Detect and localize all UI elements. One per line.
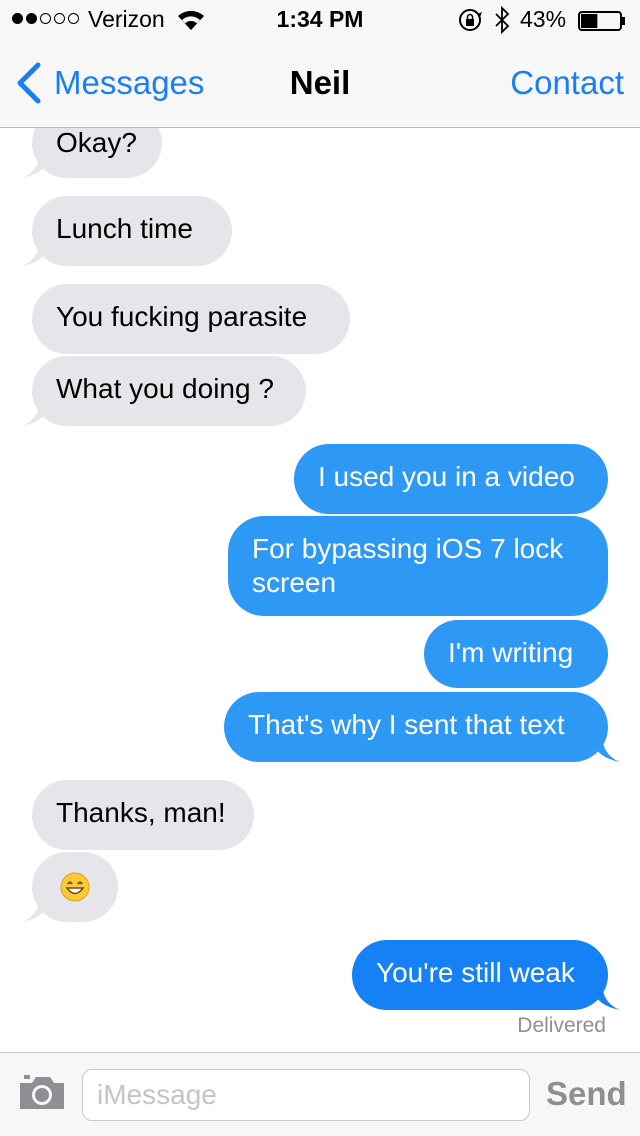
message-text: For bypassing iOS 7 lock screen: [252, 533, 564, 598]
message-bubble-outgoing[interactable]: You're still weak: [352, 940, 608, 1010]
bubble-tail: [22, 236, 54, 266]
message-text: You fucking parasite: [56, 301, 308, 332]
message-text: Okay?: [56, 127, 137, 158]
bubble-tail: [22, 148, 54, 178]
message-bubble-incoming[interactable]: You fucking parasite: [32, 284, 350, 354]
battery-percent: 43%: [520, 6, 567, 32]
message-text: I'm writing: [448, 637, 574, 668]
bubble-tail: [588, 732, 620, 762]
message-text: That's why I sent that text: [248, 709, 565, 740]
message-bubble-outgoing[interactable]: I used you in a video: [294, 444, 608, 514]
message-bubble-outgoing[interactable]: For bypassing iOS 7 lock screen: [228, 516, 608, 616]
navigation-bar: Messages Neil Contact: [0, 40, 640, 128]
bubble-tail: [22, 396, 54, 426]
message-bubble-incoming[interactable]: Lunch time: [32, 196, 232, 266]
message-thread[interactable]: Okay? Lunch time You fucking parasite Wh…: [0, 0, 640, 1052]
battery-icon: [578, 11, 625, 31]
message-text: You're still weak: [376, 957, 575, 988]
camera-icon[interactable]: [16, 1073, 68, 1113]
bluetooth-icon: [495, 6, 510, 34]
contact-button[interactable]: Contact: [510, 64, 624, 102]
bubble-tail: [22, 892, 54, 922]
header: Verizon 1:34 PM 43% Messages Neil Contac: [0, 0, 640, 128]
message-bubble-incoming[interactable]: Thanks, man!: [32, 780, 254, 850]
message-bubble-incoming[interactable]: What you doing ?: [32, 356, 306, 426]
message-input-bar: Send: [0, 1052, 640, 1136]
status-bar: Verizon 1:34 PM 43%: [0, 0, 640, 40]
grinning-face-icon: [60, 872, 90, 902]
message-input[interactable]: [82, 1069, 530, 1121]
message-text: Thanks, man!: [56, 797, 226, 828]
message-bubble-outgoing[interactable]: I'm writing: [424, 620, 608, 688]
message-bubble-outgoing[interactable]: That's why I sent that text: [224, 692, 608, 762]
message-text: I used you in a video: [318, 461, 575, 492]
message-text: Lunch time: [56, 213, 193, 244]
message-text: What you doing ?: [56, 373, 274, 404]
bubble-tail: [588, 980, 620, 1010]
delivered-status: Delivered: [517, 1014, 606, 1037]
rotation-lock-icon: [459, 9, 482, 31]
send-button[interactable]: Send: [546, 1075, 627, 1113]
